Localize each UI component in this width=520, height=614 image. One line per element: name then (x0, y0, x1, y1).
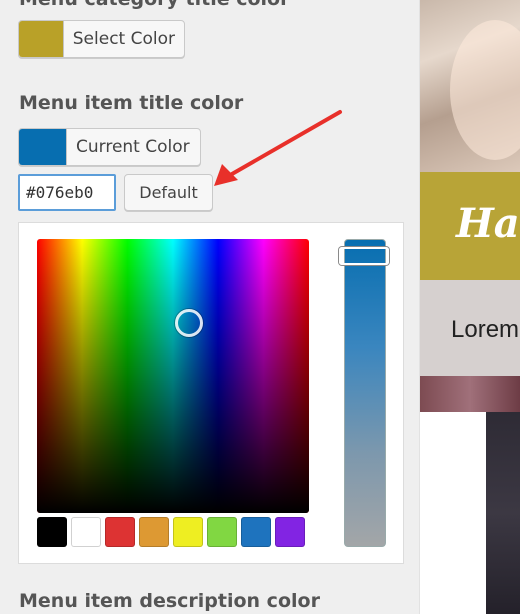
item-color-button-label: Current Color (76, 137, 190, 157)
slider-handle[interactable] (339, 247, 389, 265)
color-palette (37, 517, 305, 547)
category-color-button-label: Select Color (72, 29, 175, 49)
color-picker (18, 222, 404, 564)
settings-panel: Menu category title color Select Color M… (0, 0, 420, 614)
preview-lorem-text: Lorem (451, 316, 520, 343)
palette-chip-purple[interactable] (275, 517, 305, 547)
palette-chip-yellow[interactable] (173, 517, 203, 547)
category-color-swatch (19, 21, 64, 57)
preview-photo-mid (420, 376, 520, 412)
palette-chip-white[interactable] (71, 517, 101, 547)
spectrum-shade (37, 239, 309, 513)
palette-chip-red[interactable] (105, 517, 135, 547)
saturation-slider[interactable] (344, 239, 386, 547)
hex-color-input[interactable] (18, 174, 116, 211)
preview-photo-top (420, 0, 520, 172)
palette-chip-orange[interactable] (139, 517, 169, 547)
category-color-button[interactable]: Select Color (18, 20, 185, 58)
color-spectrum[interactable] (37, 239, 309, 513)
category-title-heading: Menu category title color (19, 0, 289, 10)
default-button[interactable]: Default (124, 174, 213, 211)
item-color-button[interactable]: Current Color (18, 128, 201, 166)
site-preview (420, 0, 520, 614)
palette-chip-black[interactable] (37, 517, 67, 547)
item-color-swatch (19, 129, 67, 165)
item-title-heading: Menu item title color (19, 92, 244, 114)
palette-chip-blue[interactable] (241, 517, 271, 547)
preview-brand-text: Ha (456, 200, 520, 247)
palette-chip-green[interactable] (207, 517, 237, 547)
description-title-heading: Menu item description color (19, 590, 320, 612)
spectrum-picker-handle[interactable] (175, 309, 203, 337)
preview-photo-bottom (486, 412, 520, 614)
